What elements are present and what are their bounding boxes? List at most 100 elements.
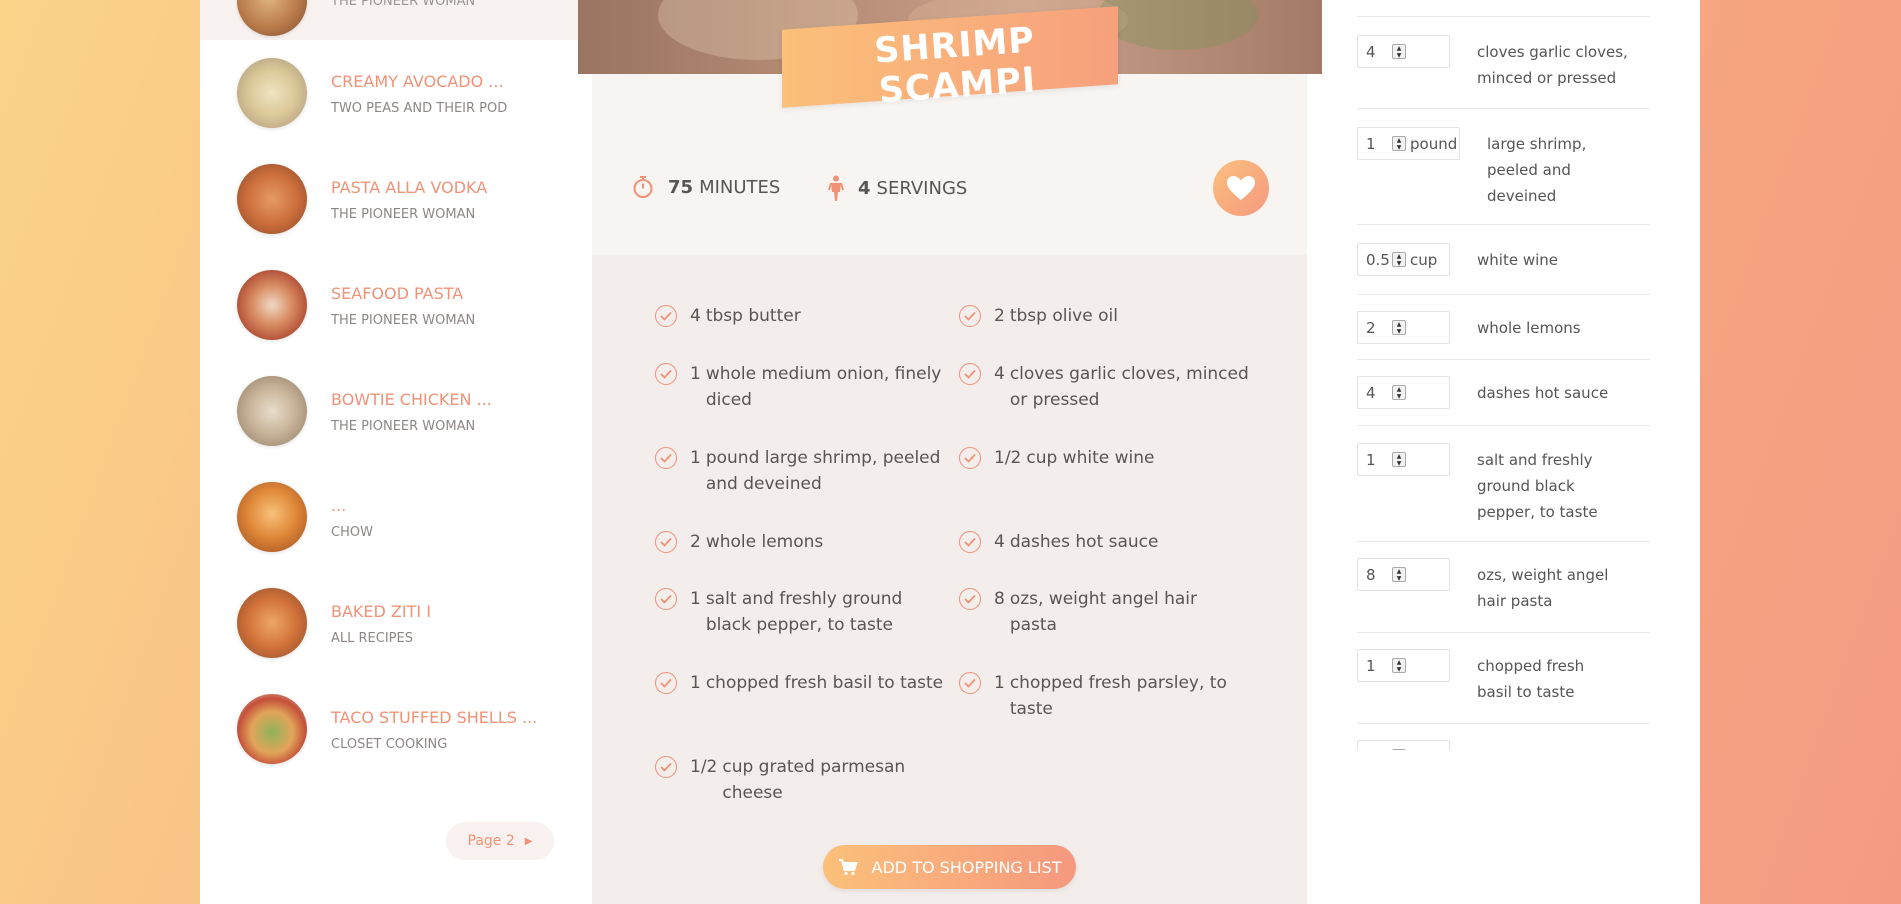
spinner-arrows-icon[interactable]: ▲▼ (1392, 136, 1406, 151)
check-icon (959, 363, 981, 385)
ingredient-item: 4 cloves garlic cloves, minced or pressed (959, 361, 1249, 413)
shopping-item: 0.5 ▲ ▼ cup white wine (1357, 224, 1650, 294)
check-icon (959, 305, 981, 327)
ingredient-item: 1/2 cup white wine (959, 445, 1249, 471)
recipe-thumbnail (237, 588, 307, 658)
heart-icon (1227, 176, 1255, 200)
shopping-item-label: large shrimp, peeled and deveined (1487, 135, 1587, 205)
spinner-arrows-icon[interactable]: ▲▼ (1392, 385, 1406, 400)
shopping-item-label: chopped fresh basil to taste (1477, 657, 1585, 701)
spinner-arrows-icon[interactable]: ▲▼ (1392, 567, 1406, 582)
spinner-arrows-icon[interactable]: ▲▼ (1392, 749, 1406, 750)
person-icon (828, 175, 844, 201)
ingredient-item: 1 pound large shrimp, peeled and deveined (655, 445, 945, 497)
cart-icon (838, 859, 858, 876)
shopping-button-label: ADD TO SHOPPING LIST (871, 857, 1062, 877)
time-value: 75 (668, 176, 694, 198)
shopping-item: 4 ▲ ▼ dashes hot sauce (1357, 359, 1650, 425)
ingredient-item: 1 whole medium onion, finely diced (655, 361, 945, 413)
shopping-item: 1 ▲▼ (1357, 723, 1650, 750)
check-icon (959, 531, 981, 553)
result-name: PASTA ALLA VODKA (331, 178, 488, 197)
spinner-arrows-icon[interactable]: ▲▼ (1392, 452, 1406, 467)
add-to-shopping-list-button[interactable]: ADD TO SHOPPING LIST (823, 845, 1076, 889)
next-page-button[interactable]: Page 2 ▶ (446, 822, 554, 860)
result-publisher: THE PIONEER WOMAN (331, 0, 476, 9)
quantity-stepper[interactable]: 4 ▲ ▼ (1357, 376, 1450, 409)
shopping-item-label: cloves garlic cloves, minced or pressed (1477, 43, 1628, 87)
shopping-item: 1 ▲ ▼ pound large shrimp, peeled and deve… (1357, 108, 1650, 224)
servings-value: 4 (858, 177, 871, 199)
shopping-item-label: dashes hot sauce (1477, 384, 1609, 402)
recipe-thumbnail (237, 270, 307, 340)
page-button-label: Page 2 (467, 833, 515, 849)
result-item[interactable]: BAKED ZITI I ALL RECIPES (200, 570, 578, 676)
quantity-stepper[interactable]: 1 ▲▼ (1357, 740, 1450, 750)
check-icon (655, 531, 677, 553)
timer-icon (633, 176, 653, 198)
ingredient-item: 2 tbsp olive oil (959, 303, 1249, 329)
quantity-stepper[interactable]: 2 ▲ ▼ (1357, 311, 1450, 344)
time-unit: MINUTES (699, 176, 781, 198)
spinner-arrows-icon[interactable]: ▲▼ (1392, 658, 1406, 673)
spinner-arrows-icon[interactable]: ▲▼ (1392, 252, 1406, 267)
recipe-thumbnail (237, 482, 307, 552)
servings-unit: SERVINGS (876, 177, 968, 199)
quantity-stepper[interactable]: 1 ▲ ▼ pound (1357, 127, 1460, 160)
arrow-right-icon: ▶ (524, 835, 533, 847)
check-icon (655, 672, 677, 694)
result-item[interactable]: PASTA ALLA VODKA THE PIONEER WOMAN (200, 146, 578, 252)
recipe-thumbnail (237, 58, 307, 128)
recipe-thumbnail (237, 0, 307, 36)
spinner-arrows-icon[interactable]: ▲▼ (1392, 320, 1406, 335)
shopping-item-label: salt and freshly ground black pepper, to… (1477, 451, 1598, 521)
ingredient-item: 1/2 cup grated parmesan cheese (655, 754, 925, 806)
shopping-item: 1 ▲ ▼ salt and freshly ground black peppe… (1357, 425, 1650, 541)
recipe-thumbnail (237, 164, 307, 234)
result-name: BAKED ZITI I (331, 602, 431, 621)
result-publisher: TWO PEAS AND THEIR POD (331, 101, 508, 116)
shopping-item: 4 ▲ ▼ cloves garlic cloves, minced or pre… (1357, 16, 1650, 108)
result-publisher: THE PIONEER WOMAN (331, 207, 476, 222)
result-publisher: ALL RECIPES (331, 631, 413, 646)
shopping-item-label: ozs, weight angel hair pasta (1477, 566, 1609, 610)
app-window: THE PIONEER WOMAN CREAMY AVOCADO ... TWO… (200, 0, 1700, 904)
check-icon (655, 756, 677, 778)
shopping-item: 1 ▲ ▼ chopped fresh basil to taste (1357, 632, 1650, 723)
check-icon (959, 588, 981, 610)
result-item-active[interactable]: THE PIONEER WOMAN (200, 0, 578, 40)
result-item[interactable]: ... CHOW (200, 464, 578, 570)
results-list: THE PIONEER WOMAN CREAMY AVOCADO ... TWO… (200, 0, 592, 904)
recipe-time: 75 MINUTES (632, 175, 780, 199)
ingredient-item: 1 chopped fresh basil to taste (655, 670, 945, 696)
result-item[interactable]: TACO STUFFED SHELLS ... CLOSET COOKING (200, 676, 578, 782)
result-publisher: CLOSET COOKING (331, 737, 448, 752)
result-name: ... (331, 496, 347, 515)
ingredient-item: 4 tbsp butter (655, 303, 945, 329)
favorite-button[interactable] (1213, 160, 1269, 216)
shopping-item: 2 ▲ ▼ whole lemons (1357, 294, 1650, 359)
result-publisher: THE PIONEER WOMAN (331, 419, 476, 434)
quantity-stepper[interactable]: 1 ▲▼ (1357, 443, 1450, 476)
check-icon (959, 672, 981, 694)
ingredient-item: 4 dashes hot sauce (959, 529, 1249, 555)
shopping-list: 4 ▲ ▼ cloves garlic cloves, minced or pre… (1322, 0, 1700, 750)
ingredient-item: 8 ozs, weight angel hair pasta (959, 586, 1249, 638)
result-name: SEAFOOD PASTA (331, 284, 464, 303)
quantity-stepper[interactable]: 0.5 ▲ ▼ cup (1357, 243, 1450, 276)
result-item[interactable]: CREAMY AVOCADO ... TWO PEAS AND THEIR PO… (200, 40, 578, 146)
quantity-stepper[interactable]: 1 ▲▼ (1357, 649, 1450, 682)
result-item[interactable]: BOWTIE CHICKEN ... THE PIONEER WOMAN (200, 358, 578, 464)
result-name: CREAMY AVOCADO ... (331, 72, 504, 91)
check-icon (655, 305, 677, 327)
quantity-stepper[interactable]: 8 ▲ ▼ (1357, 558, 1450, 591)
result-item[interactable]: SEAFOOD PASTA THE PIONEER WOMAN (200, 252, 578, 358)
result-publisher: CHOW (331, 525, 373, 540)
recipe-thumbnail (237, 694, 307, 764)
shopping-item: 8 ▲ ▼ ozs, weight angel hair pasta (1357, 541, 1650, 632)
spinner-arrows-icon[interactable]: ▲▼ (1392, 44, 1406, 59)
ingredient-item: 2 whole lemons (655, 529, 945, 555)
result-publisher: THE PIONEER WOMAN (331, 313, 476, 328)
check-icon (655, 447, 677, 469)
quantity-stepper[interactable]: 4 ▲ ▼ (1357, 35, 1450, 68)
